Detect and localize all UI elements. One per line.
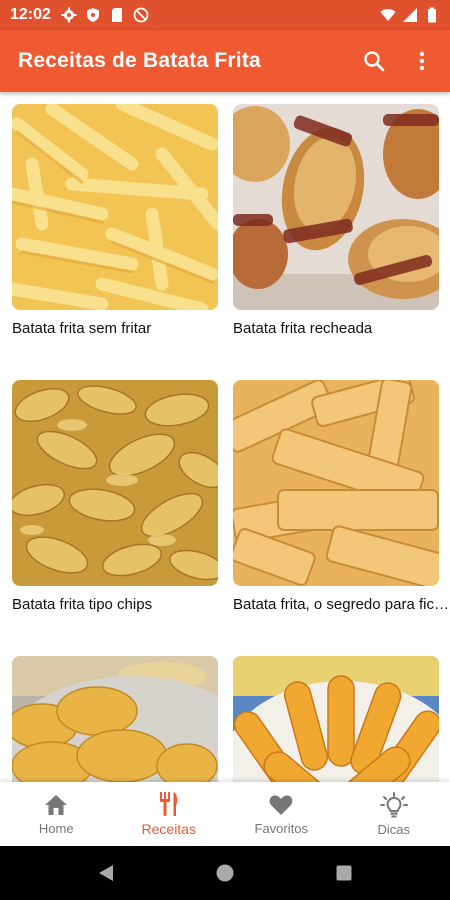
nav-label-favorites: Favoritos	[254, 820, 308, 836]
wifi-icon	[380, 9, 396, 21]
recipe-title: Batata frita, o segredo para ficar croca…	[233, 596, 450, 613]
heart-icon	[269, 794, 293, 815]
recipe-image-sticks	[233, 656, 439, 782]
recipe-card[interactable]	[233, 656, 439, 782]
recents-icon[interactable]	[335, 864, 353, 882]
utensils-icon	[159, 792, 177, 816]
app-title: Receitas de Batata Frita	[18, 49, 261, 72]
recipe-card[interactable]: Batata frita tipo chips	[12, 380, 218, 613]
home-icon	[45, 794, 68, 815]
recipe-title: Batata frita recheada	[233, 320, 373, 337]
signal-icon	[403, 8, 417, 22]
home-circle-icon[interactable]	[215, 863, 235, 883]
recipe-image-stuffed	[233, 104, 439, 310]
recipe-image-croquettes	[12, 656, 218, 782]
app-bar: Receitas de Batata Frita	[0, 30, 450, 92]
nav-favorites[interactable]: Favoritos	[225, 782, 338, 846]
search-icon	[364, 51, 385, 72]
system-navigation-bar	[0, 846, 450, 900]
lightbulb-icon	[379, 791, 408, 817]
nav-recipes[interactable]: Receitas	[113, 782, 226, 846]
nav-label-home: Home	[38, 820, 74, 836]
nav-tips[interactable]: Dicas	[338, 782, 450, 846]
recipe-image-crispy	[233, 380, 439, 586]
recipe-card[interactable]: Batata frita recheada	[233, 104, 439, 337]
status-bar: 12:02	[0, 0, 450, 30]
nav-home[interactable]: Home	[0, 782, 113, 846]
sd-card-icon	[111, 8, 122, 22]
bottom-navigation: Home Receitas Favoritos Dicas	[0, 782, 450, 846]
recipe-image-fries	[12, 104, 218, 310]
recipe-card[interactable]: Batata frita, o segredo para ficar croca…	[233, 380, 450, 613]
recipe-title: Batata frita sem fritar	[12, 320, 152, 337]
more-vert-icon	[419, 51, 425, 71]
recipe-image-chips	[12, 380, 218, 586]
do-not-disturb-icon	[133, 7, 149, 23]
back-icon[interactable]	[97, 863, 115, 883]
nav-label-recipes: Receitas	[141, 821, 196, 837]
recipe-grid: Batata frita sem fritar Batata frita rec…	[0, 92, 450, 782]
nav-label-tips: Dicas	[377, 821, 410, 837]
recipe-title: Batata frita tipo chips	[12, 596, 153, 613]
overflow-menu-button[interactable]	[410, 49, 434, 73]
shield-icon	[86, 8, 99, 22]
settings-gear-icon	[61, 7, 77, 23]
status-time: 12:02	[10, 6, 51, 23]
battery-icon	[428, 7, 436, 23]
search-button[interactable]	[362, 49, 386, 73]
recipe-card[interactable]: Batata frita sem fritar	[12, 104, 218, 337]
recipe-card[interactable]	[12, 656, 218, 782]
